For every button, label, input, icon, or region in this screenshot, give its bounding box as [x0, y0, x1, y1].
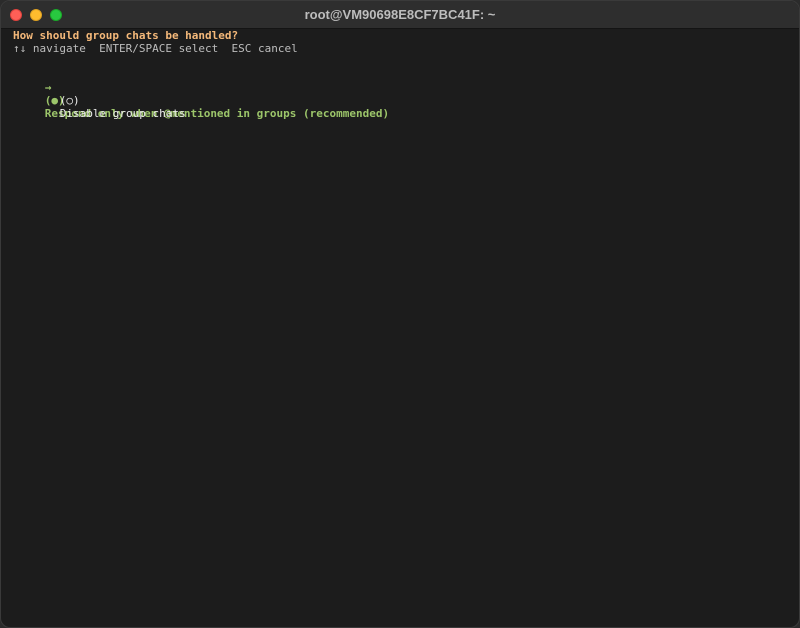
radio-unselected-icon: (○)	[59, 94, 80, 107]
title-bar[interactable]: root@VM90698E8CF7BC41F: ~	[1, 1, 799, 29]
option-disable-group-chats[interactable]: (○) Disable group chats	[20, 81, 186, 120]
prompt-hint: ↑↓ navigate ENTER/SPACE select ESC cance…	[13, 42, 298, 55]
prompt-question: How should group chats be handled?	[13, 29, 239, 42]
option-label: Disable group chats	[59, 107, 186, 120]
terminal-content[interactable]: How should group chats be handled? ↑↓ na…	[1, 29, 799, 627]
option-respond-when-mentioned[interactable]: → (●) Respond only when @mentioned in gr…	[5, 68, 389, 120]
window-title: root@VM90698E8CF7BC41F: ~	[304, 7, 496, 22]
terminal-window: root@VM90698E8CF7BC41F: ~ How should gro…	[0, 0, 800, 628]
